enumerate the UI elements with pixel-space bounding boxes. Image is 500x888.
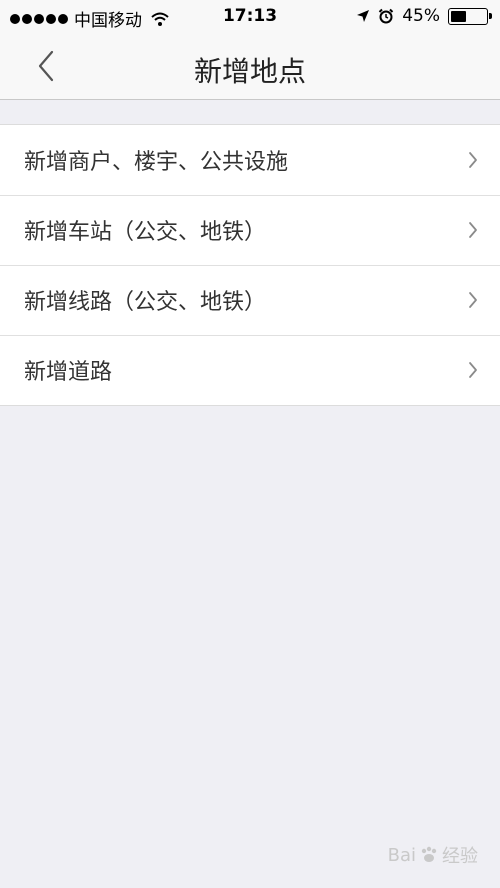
add-place-list: 新增商户、楼宇、公共设施 新增车站（公交、地铁） 新增线路（公交、地铁） 新增道…	[0, 124, 500, 406]
chevron-right-icon	[469, 222, 477, 238]
list-item-label: 新增道路	[24, 360, 113, 385]
status-bar: 中国移动 17:13 45%	[0, 0, 500, 34]
watermark-text-bai: Bai	[387, 844, 416, 866]
list-item-label: 新增车站（公交、地铁）	[24, 220, 267, 245]
alarm-clock-icon	[378, 8, 394, 24]
status-right: 45%	[356, 6, 492, 26]
list-item-add-road[interactable]: 新增道路	[0, 335, 500, 405]
page-title: 新增地点	[193, 55, 306, 88]
chevron-right-icon	[469, 362, 477, 378]
battery-percent: 45%	[402, 6, 440, 26]
paw-icon	[421, 846, 437, 862]
battery-fill	[451, 10, 467, 22]
battery-icon	[448, 7, 492, 25]
navigation-bar: 新增地点	[0, 34, 500, 100]
list-item-label: 新增商户、楼宇、公共设施	[24, 150, 289, 175]
list-item-label: 新增线路（公交、地铁）	[24, 290, 267, 315]
baidu-jingyan-watermark: Bai 经验	[388, 842, 478, 868]
chevron-right-icon	[469, 292, 477, 308]
list-item-add-station[interactable]: 新增车站（公交、地铁）	[0, 195, 500, 265]
chevron-right-icon	[469, 152, 477, 168]
list-item-add-merchant-building-facility[interactable]: 新增商户、楼宇、公共设施	[0, 125, 500, 195]
watermark-text-jingyan: 经验	[442, 846, 478, 867]
list-item-add-line[interactable]: 新增线路（公交、地铁）	[0, 265, 500, 335]
location-arrow-icon	[357, 10, 370, 22]
